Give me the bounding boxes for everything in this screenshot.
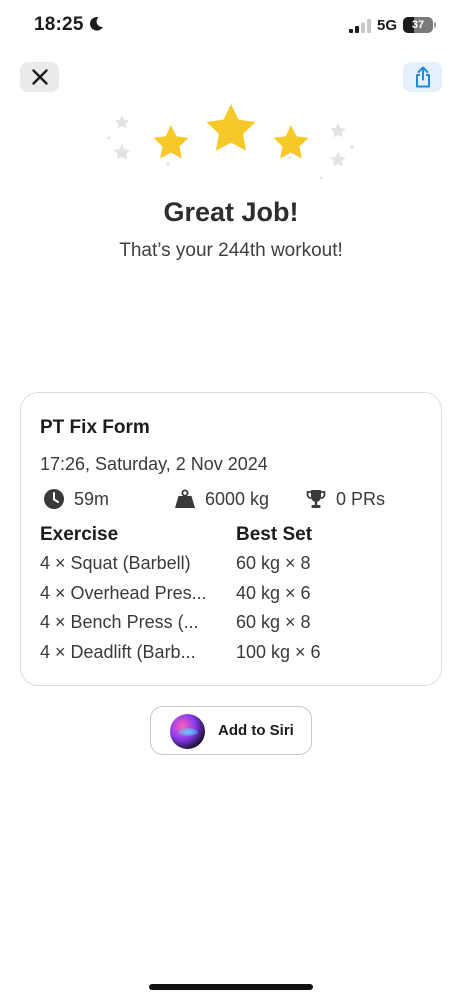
star-icon-center — [206, 104, 256, 151]
weight-icon — [175, 489, 195, 508]
sparkle-dot — [107, 136, 111, 140]
sparkle-dot — [288, 156, 292, 160]
battery-icon: 37 — [403, 17, 433, 33]
workout-datetime: 17:26, Saturday, 2 Nov 2024 — [40, 454, 268, 474]
moon-icon — [90, 16, 103, 31]
add-to-siri-button[interactable]: Add to Siri — [150, 706, 312, 755]
volume-value: 6000 kg — [205, 488, 270, 509]
status-bar: 18:25 5G 37 — [0, 0, 462, 52]
exercise-column-header: Exercise — [40, 524, 119, 545]
exercise-row: 4 × Squat (Barbell) 60 kg × 8 — [21, 551, 441, 581]
best-set: 40 kg × 6 — [236, 582, 311, 603]
sparkle-dot — [166, 162, 170, 166]
cellular-signal-icon — [349, 19, 371, 33]
prs-value: 0 PRs — [336, 488, 386, 509]
duration-value: 59m — [74, 488, 110, 509]
trophy-icon — [306, 490, 326, 508]
star-icon-right — [273, 125, 309, 159]
exercise-row: 4 × Overhead Pres... 40 kg × 6 — [21, 581, 441, 611]
exercise-name: 4 × Bench Press (... — [40, 612, 199, 632]
rating-stars — [107, 104, 354, 180]
sparkle-icon — [330, 152, 346, 167]
volume-stat: 6000 kg — [174, 487, 269, 511]
sparkle-icon — [115, 115, 129, 129]
best-set: 60 kg × 8 — [236, 612, 311, 632]
add-to-siri-label: Add to Siri — [218, 722, 294, 739]
workout-summary-card: PT Fix Form 17:26, Saturday, 2 Nov 2024 … — [20, 392, 442, 686]
share-button[interactable] — [403, 62, 442, 92]
siri-icon — [170, 714, 205, 749]
sparkle-dot — [350, 145, 354, 149]
celebration-title: Great Job! — [163, 197, 299, 227]
share-icon — [415, 66, 430, 88]
best-set-column-header: Best Set — [236, 524, 313, 545]
exercise-row: 4 × Bench Press (... 60 kg × 8 — [21, 610, 441, 640]
star-icon-left — [153, 125, 189, 159]
close-button[interactable] — [20, 62, 59, 92]
celebration-subtitle: That’s your 244th workout! — [119, 240, 343, 261]
sparkle-dot — [319, 176, 323, 180]
battery-percent: 37 — [411, 19, 425, 31]
close-icon — [31, 69, 48, 85]
duration-stat: 59m — [43, 487, 109, 511]
prs-stat: 0 PRs — [305, 487, 385, 511]
exercise-row: 4 × Deadlift (Barb... 100 kg × 6 — [21, 640, 441, 670]
status-time: 18:25 — [34, 14, 84, 35]
exercise-name: 4 × Squat (Barbell) — [40, 553, 191, 573]
home-indicator[interactable] — [149, 984, 313, 990]
network-type: 5G — [377, 17, 398, 34]
sparkle-icon — [330, 123, 346, 138]
battery-cap — [434, 22, 436, 28]
exercise-name: 4 × Overhead Pres... — [40, 582, 207, 603]
exercise-list: 4 × Squat (Barbell) 60 kg × 8 4 × Overhe… — [21, 551, 441, 669]
workout-name: PT Fix Form — [40, 417, 150, 438]
best-set: 100 kg × 6 — [236, 641, 321, 662]
best-set: 60 kg × 8 — [236, 553, 311, 573]
clock-icon — [44, 489, 64, 509]
exercise-name: 4 × Deadlift (Barb... — [40, 641, 196, 662]
sparkle-icon — [113, 144, 131, 160]
